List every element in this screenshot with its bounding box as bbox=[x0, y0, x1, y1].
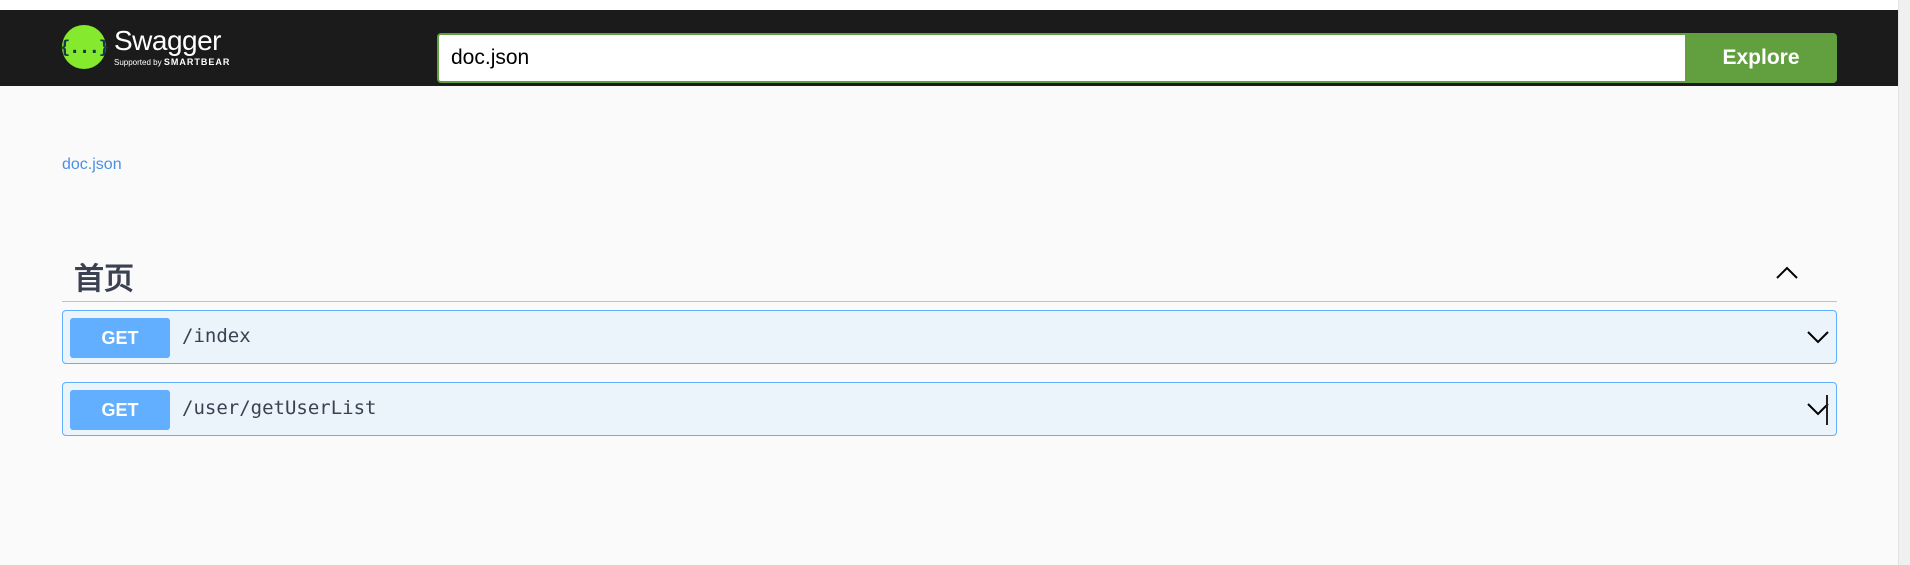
chevron-up-icon[interactable] bbox=[1772, 262, 1802, 282]
text-cursor bbox=[1826, 395, 1828, 425]
logo-title: Swagger bbox=[114, 24, 222, 56]
logo-company: SMARTBEAR bbox=[163, 56, 231, 67]
logo-subtitle: Supported by SMARTBEAR bbox=[114, 57, 230, 68]
http-method-badge: GET bbox=[70, 390, 170, 430]
logo-text: Swagger Supported by SMARTBEAR bbox=[114, 24, 230, 68]
main-content: doc.json 首页 GET /index GET /user/getUser… bbox=[0, 86, 1898, 565]
logo-glyph: {...} bbox=[59, 36, 109, 58]
spec-link[interactable]: doc.json bbox=[62, 156, 122, 174]
http-method-badge: GET bbox=[70, 318, 170, 358]
operation-path: /index bbox=[182, 325, 251, 347]
explore-button[interactable]: Explore bbox=[1685, 33, 1837, 83]
swagger-logo-icon: {...} bbox=[59, 25, 110, 69]
tag-section-header[interactable]: 首页 bbox=[62, 242, 1837, 302]
window-top-strip bbox=[0, 0, 1898, 10]
operation-get-user-list[interactable]: GET /user/getUserList bbox=[62, 382, 1837, 436]
topbar: {...} Swagger Supported by SMARTBEAR Exp… bbox=[0, 10, 1898, 86]
swagger-logo[interactable]: {...} Swagger Supported by SMARTBEAR bbox=[59, 24, 230, 70]
chevron-down-icon[interactable] bbox=[1805, 326, 1831, 348]
operation-get-index[interactable]: GET /index bbox=[62, 310, 1837, 364]
spec-url-input[interactable] bbox=[437, 33, 1687, 83]
logo-supported-by: Supported by bbox=[114, 57, 162, 67]
scrollbar[interactable] bbox=[1898, 0, 1910, 565]
tag-section-title: 首页 bbox=[74, 262, 134, 297]
operation-path: /user/getUserList bbox=[182, 397, 377, 419]
